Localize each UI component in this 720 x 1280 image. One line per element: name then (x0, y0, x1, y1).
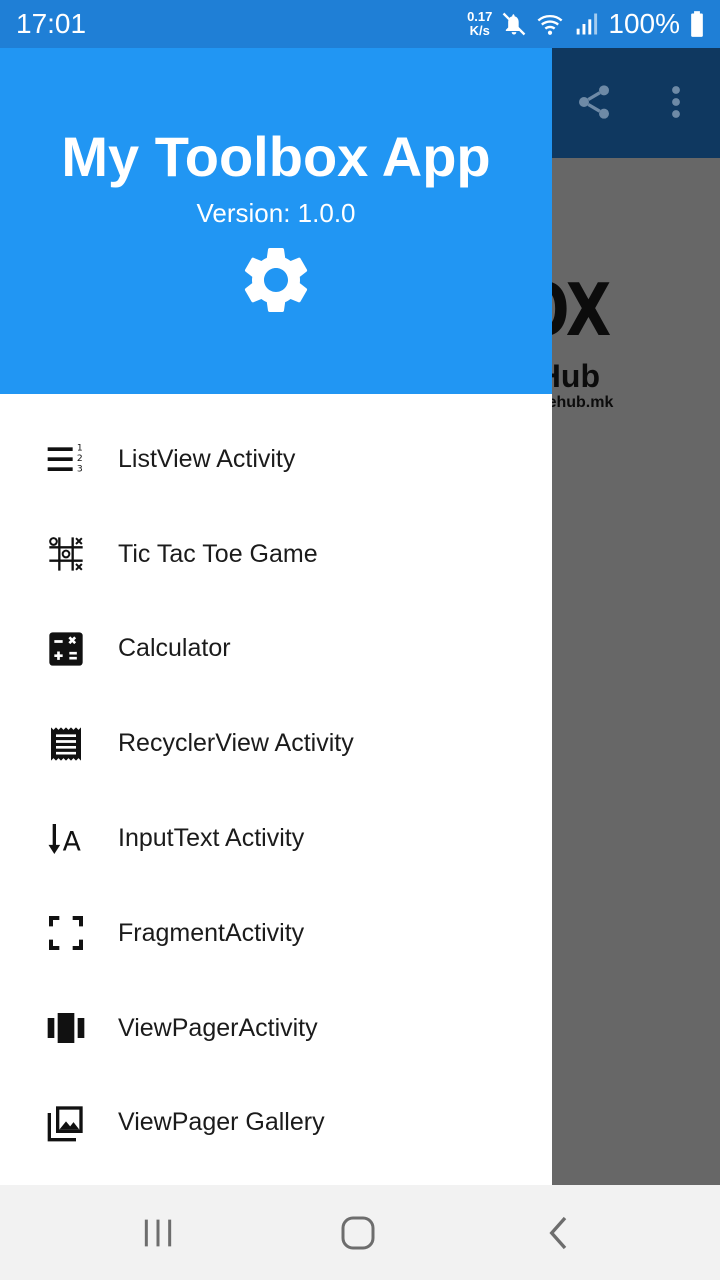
drawer-header: My Toolbox App Version: 1.0.0 (0, 48, 552, 394)
menu-item-inputtext-activity[interactable]: A InputText Activity (0, 791, 552, 886)
mute-icon (503, 12, 526, 36)
menu-item-label: Calculator (118, 634, 231, 663)
navigation-drawer: My Toolbox App Version: 1.0.0 1 2 3 List… (0, 48, 552, 1185)
network-speed-unit: K/s (469, 23, 490, 38)
app-version: Version: 1.0.0 (196, 198, 356, 228)
tic-tac-toe-icon (49, 537, 83, 571)
menu-item-label: RecyclerView Activity (118, 729, 354, 758)
menu-item-label: FragmentActivity (118, 918, 305, 947)
svg-text:3: 3 (77, 464, 83, 475)
menu-item-label: Tic Tac Toe Game (118, 539, 318, 568)
network-speed-value: 0.17 (467, 9, 493, 24)
calculator-icon (49, 632, 83, 666)
app-title: My Toolbox App (61, 125, 491, 188)
menu-item-viewpager-gallery[interactable]: ViewPager Gallery (0, 1076, 552, 1171)
drawer-menu: 1 2 3 ListView Activity Tic Tac Toe Game… (0, 412, 552, 1170)
text-input-icon: A (48, 823, 82, 857)
battery-percentage: 100% (608, 8, 680, 39)
menu-item-label: ViewPager Gallery (118, 1108, 325, 1137)
menu-item-label: ViewPagerActivity (118, 1013, 318, 1042)
menu-item-tic-tac-toe-game[interactable]: Tic Tac Toe Game (0, 507, 552, 602)
menu-item-recyclerview-activity[interactable]: RecyclerView Activity (0, 696, 552, 791)
menu-item-label: ListView Activity (118, 444, 296, 473)
gear-icon (244, 248, 308, 312)
receipt-list-icon (51, 727, 81, 761)
menu-item-fragmentactivity[interactable]: FragmentActivity (0, 886, 552, 981)
menu-item-viewpageractivity[interactable]: ViewPagerActivity (0, 981, 552, 1076)
more-options-icon[interactable] (664, 84, 688, 120)
back-icon[interactable] (540, 1213, 580, 1253)
home-icon[interactable] (338, 1213, 378, 1253)
menu-item-calculator[interactable]: Calculator (0, 602, 552, 697)
photo-library-icon (47, 1106, 83, 1142)
status-time: 17:01 (16, 8, 87, 39)
recent-apps-icon[interactable] (138, 1213, 178, 1253)
share-icon[interactable] (574, 82, 614, 122)
status-bar: 17:01 0.17 K/s 100% (0, 0, 720, 48)
view-carousel-icon (47, 1013, 85, 1044)
wifi-icon (537, 14, 563, 35)
menu-item-listview-activity[interactable]: 1 2 3 ListView Activity (0, 412, 552, 507)
system-navigation-bar (0, 1185, 720, 1280)
format-list-numbered-icon: 1 2 3 (47, 443, 83, 475)
menu-item-label: InputText Activity (118, 824, 305, 853)
network-speed: 0.17 K/s (467, 10, 492, 38)
battery-icon (691, 11, 703, 37)
crop-free-icon (49, 916, 83, 951)
svg-text:1: 1 (77, 443, 83, 454)
svg-text:A: A (63, 826, 82, 857)
status-icons: 0.17 K/s 100% (467, 6, 706, 42)
signal-icon (577, 13, 598, 35)
